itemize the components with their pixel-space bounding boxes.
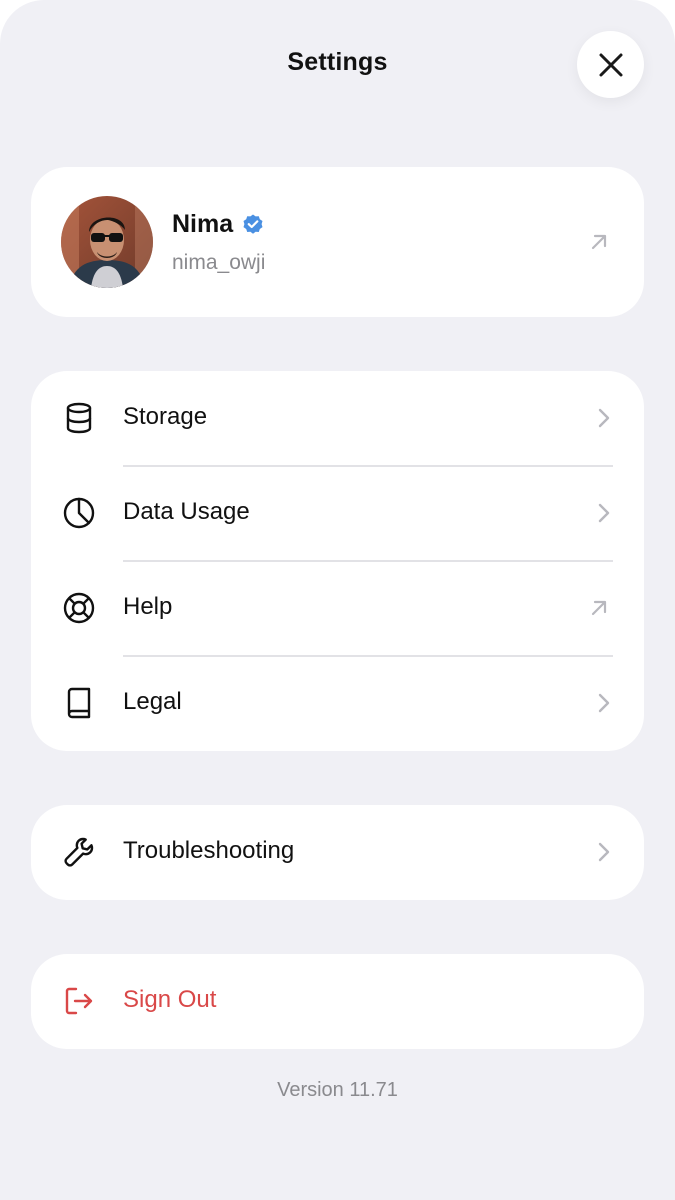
menu-item-label: Legal (123, 688, 182, 715)
sign-out-button[interactable]: Sign Out (31, 954, 644, 1049)
troubleshooting-label: Troubleshooting (123, 837, 295, 864)
database-icon (66, 402, 92, 434)
troubleshooting-card[interactable]: Troubleshooting (31, 805, 644, 900)
profile-card[interactable]: Nima nima_owji (31, 167, 644, 317)
sign-out-icon (65, 987, 93, 1015)
pie-chart-icon (63, 497, 95, 529)
chevron-right-icon (598, 693, 610, 713)
avatar[interactable] (61, 196, 153, 288)
page-title: Settings (287, 48, 388, 76)
chevron-right-icon (598, 408, 610, 428)
menu-item-help[interactable]: Help (31, 561, 644, 656)
external-arrow-icon (591, 600, 607, 616)
settings-sheet: Settings Nima nima_owji Storage Data Usa… (0, 0, 675, 1200)
menu-card: Storage Data Usage Help Legal (31, 371, 644, 751)
chevron-right-icon (598, 503, 610, 523)
verified-badge-icon (243, 214, 263, 234)
close-icon (599, 53, 622, 76)
external-arrow-icon (591, 234, 607, 250)
wrench-icon (64, 837, 94, 867)
sign-out-label: Sign Out (123, 986, 217, 1013)
lifebuoy-icon (63, 592, 95, 624)
profile-name-row: Nima (172, 210, 265, 239)
version-label: Version 11.71 (277, 1079, 398, 1101)
profile-handle: nima_owji (172, 251, 266, 274)
menu-item-label: Help (123, 593, 173, 620)
close-button[interactable] (577, 31, 644, 98)
menu-item-storage[interactable]: Storage (31, 371, 644, 466)
menu-item-label: Data Usage (123, 498, 250, 525)
menu-item-legal[interactable]: Legal (31, 656, 644, 751)
menu-item-label: Storage (123, 403, 208, 430)
book-icon (67, 687, 91, 719)
chevron-right-icon (598, 842, 610, 862)
profile-name: Nima (172, 210, 234, 238)
menu-item-data-usage[interactable]: Data Usage (31, 466, 644, 561)
